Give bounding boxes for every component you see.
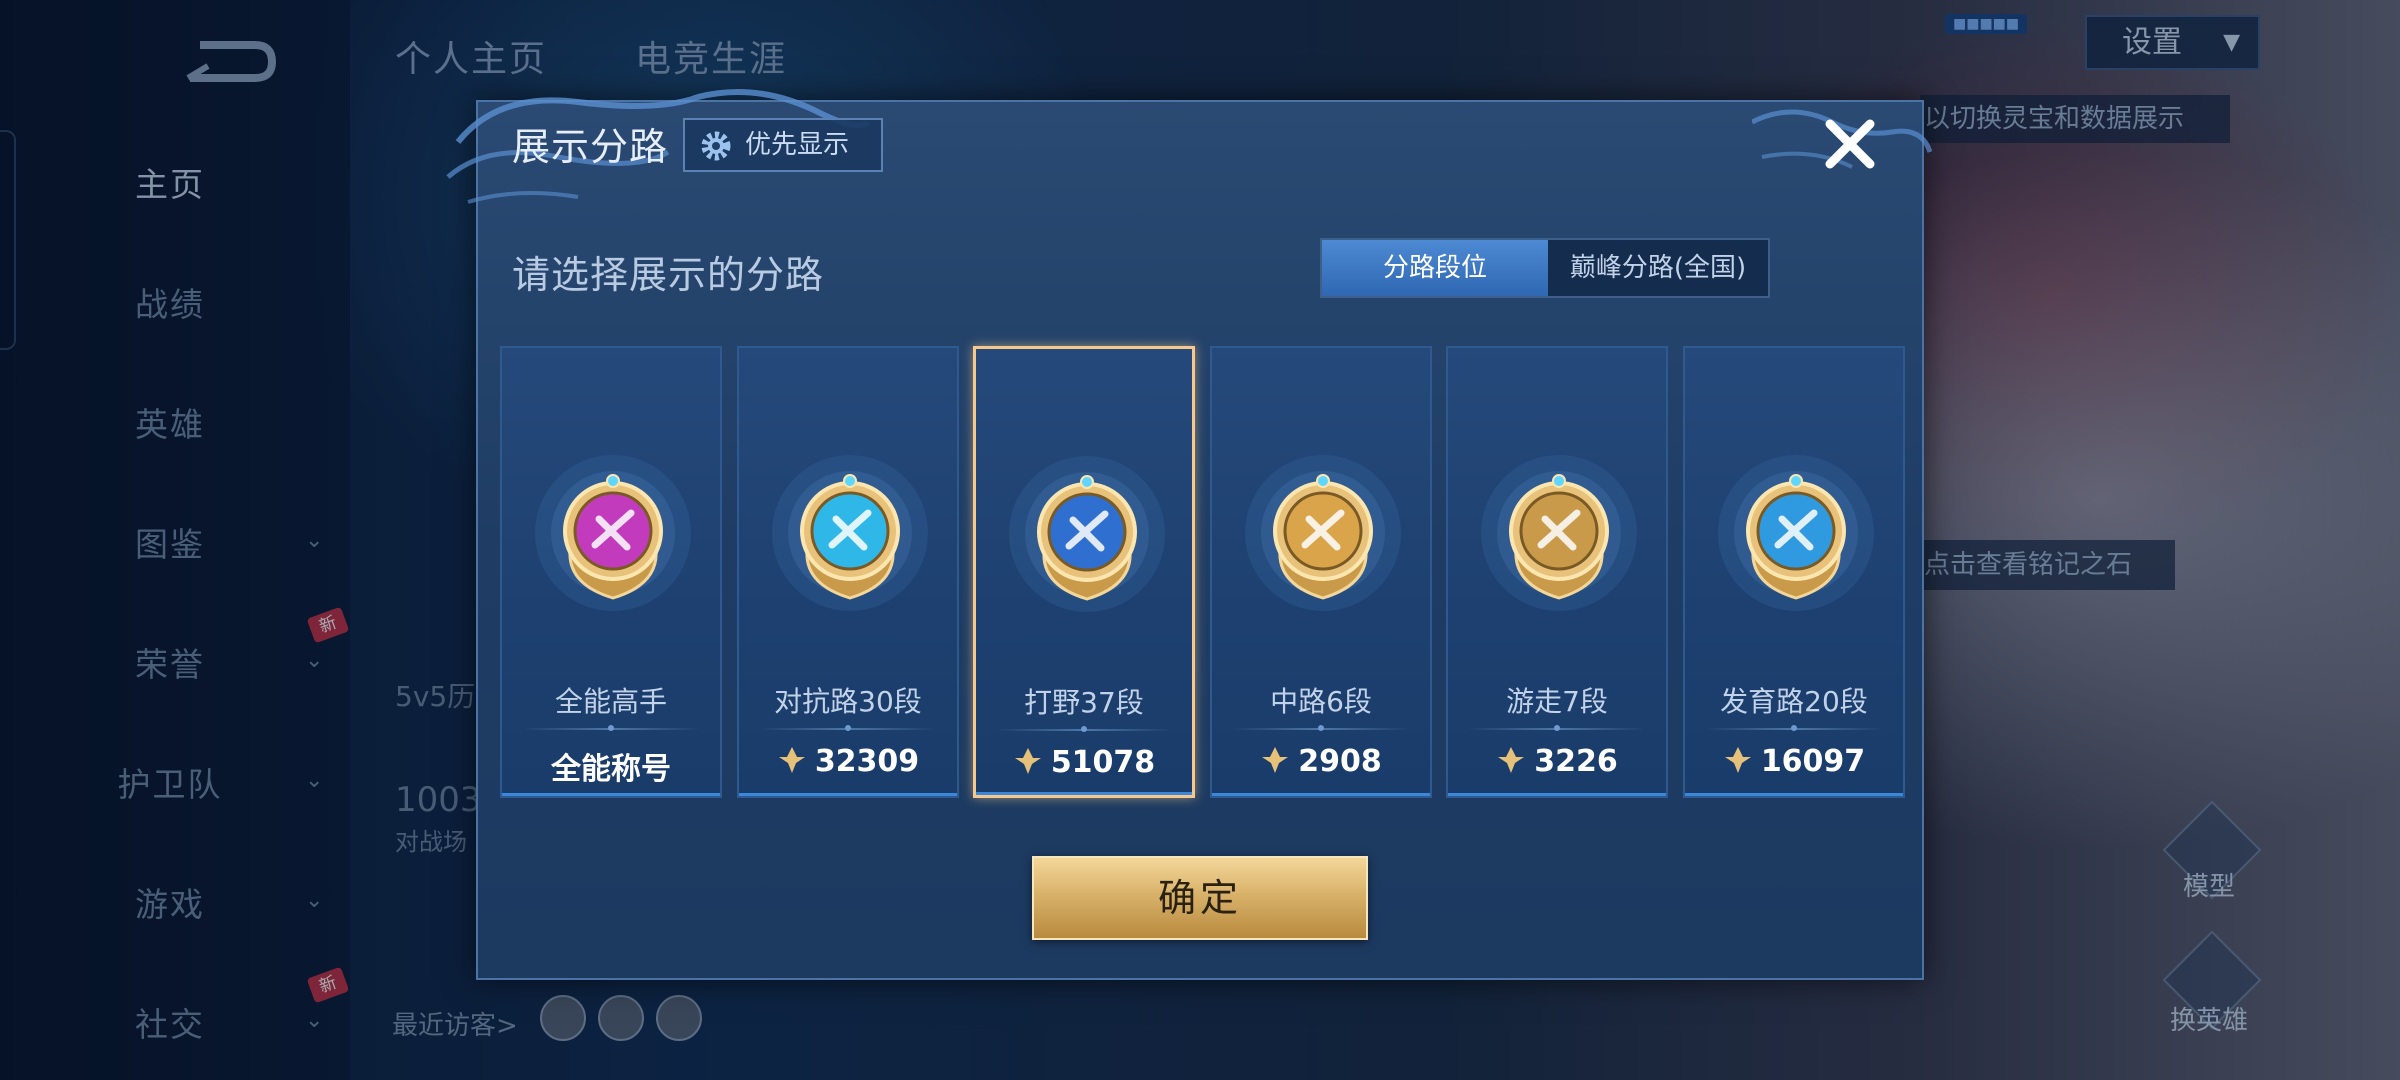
lane-mode-toggle: 分路段位 巅峰分路(全国) bbox=[1320, 238, 1770, 298]
lane-card-value: 全能称号 bbox=[502, 744, 720, 788]
rank-points-icon bbox=[1498, 747, 1525, 773]
rank-points-icon bbox=[1724, 747, 1751, 773]
lane-card-label: 中路6段 bbox=[1270, 685, 1372, 718]
roam-badge-icon bbox=[1479, 453, 1639, 613]
lane-card[interactable]: 游走7段 3226 bbox=[1446, 346, 1668, 798]
lane-card-label: 打野37段 bbox=[1024, 686, 1144, 719]
lane-card-value-text: 51078 bbox=[1050, 745, 1156, 780]
farm-lane-badge-icon bbox=[1716, 453, 1876, 613]
lane-card-list: 全能高手 全能称号 对抗路30段 32309 打野37段 51078 中路6段 2908 游走7… bbox=[500, 346, 1905, 798]
lane-card-label: 发育路20段 bbox=[1720, 685, 1868, 718]
priority-display-button[interactable]: 优先显示 bbox=[683, 118, 883, 172]
lane-card[interactable]: 发育路20段 16097 bbox=[1683, 346, 1905, 798]
all-round-badge-icon bbox=[533, 453, 693, 613]
lane-card-label: 对抗路30段 bbox=[774, 685, 922, 718]
lane-card[interactable]: 打野37段 51078 bbox=[973, 346, 1195, 798]
lane-card-value-text: 全能称号 bbox=[551, 752, 671, 787]
confirm-button[interactable]: 确定 bbox=[1032, 856, 1368, 940]
lane-card-label: 全能高手 bbox=[554, 685, 667, 718]
lane-card-value-text: 2908 bbox=[1298, 744, 1382, 779]
rank-points-icon bbox=[778, 747, 805, 773]
divider bbox=[759, 725, 937, 731]
lane-card-label: 游走7段 bbox=[1506, 685, 1608, 718]
rank-points-icon bbox=[1262, 747, 1289, 773]
lane-card-value: 32309 bbox=[739, 744, 957, 779]
lane-card[interactable]: 全能高手 全能称号 bbox=[500, 346, 722, 798]
lane-card-value: 2908 bbox=[1212, 744, 1430, 779]
mid-lane-badge-icon bbox=[1243, 453, 1403, 613]
tab-lane-rank[interactable]: 分路段位 bbox=[1322, 240, 1548, 296]
lane-card-value-text: 32309 bbox=[814, 744, 920, 779]
rank-points-icon bbox=[1014, 748, 1041, 774]
tab-peak-lane[interactable]: 巅峰分路(全国) bbox=[1548, 240, 1768, 296]
lane-card-value: 51078 bbox=[976, 745, 1192, 780]
lane-card-value: 16097 bbox=[1685, 744, 1903, 779]
divider bbox=[1705, 725, 1883, 731]
divider bbox=[996, 726, 1172, 732]
gear-icon bbox=[701, 131, 731, 161]
lane-display-dialog: 展示分路 优先显示 请选择展示的分路 分路段位 巅峰分路(全国) 全能高手全能称… bbox=[446, 89, 1932, 980]
dialog-title: 展示分路 bbox=[512, 125, 669, 169]
jungle-badge-icon bbox=[1007, 454, 1167, 614]
lane-card-value: 3226 bbox=[1448, 744, 1666, 779]
divider bbox=[1468, 725, 1646, 731]
lane-card[interactable]: 中路6段 2908 bbox=[1210, 346, 1432, 798]
priority-display-label: 优先显示 bbox=[745, 130, 850, 160]
divider bbox=[522, 725, 700, 731]
clash-lane-badge-icon bbox=[770, 453, 930, 613]
close-icon[interactable] bbox=[1820, 114, 1880, 174]
lane-card-value-text: 16097 bbox=[1760, 744, 1866, 779]
lane-card-value-text: 3226 bbox=[1534, 744, 1618, 779]
dialog-subtitle: 请选择展示的分路 bbox=[512, 253, 825, 297]
divider bbox=[1232, 725, 1410, 731]
lane-card[interactable]: 对抗路30段 32309 bbox=[737, 346, 959, 798]
